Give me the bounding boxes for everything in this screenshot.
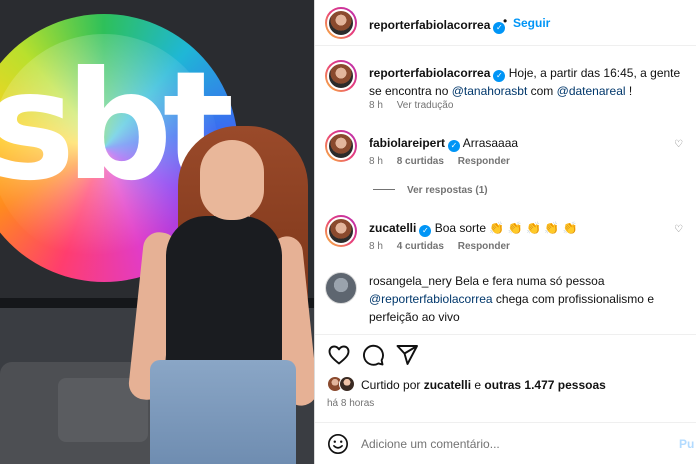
comment-time: 8 h	[369, 241, 383, 252]
like-comment-heart-icon[interactable]: ♡	[674, 225, 684, 235]
comment-item: rosangela_nery Bela e fera numa só pesso…	[315, 272, 696, 324]
photo-person-jeans	[150, 360, 296, 464]
comment-likes[interactable]: 8 curtidas	[397, 156, 444, 167]
caption-time: 8 h	[369, 100, 383, 111]
comment-input[interactable]	[361, 433, 661, 455]
post-actions-bar	[315, 334, 696, 372]
header-separator: •	[503, 14, 508, 28]
liker-avatar	[339, 376, 355, 392]
mention-link[interactable]: @datenareal	[557, 84, 626, 98]
commenter-avatar[interactable]	[325, 272, 357, 304]
comment-item: zucatelli ✓ Boa sorte 👏 👏 👏 👏 👏 8 h 4 cur…	[315, 215, 696, 259]
paper-plane-icon[interactable]	[395, 343, 419, 367]
view-replies-button[interactable]: Ver respostas (1)	[373, 185, 488, 196]
caption-text: reporterfabiolacorrea ✓ Hoje, a partir da…	[369, 66, 681, 98]
caption-avatar[interactable]	[325, 60, 357, 92]
comment-likes[interactable]: 4 curtidas	[397, 241, 444, 252]
like-comment-heart-icon[interactable]: ♡	[674, 140, 684, 150]
author-avatar[interactable]	[325, 7, 357, 39]
follow-button[interactable]: Seguir	[513, 16, 550, 30]
post-time-ago: há 8 horas	[327, 398, 375, 409]
verified-badge-icon: ✓	[419, 225, 432, 237]
post-image[interactable]: sbt	[0, 0, 314, 464]
reply-button[interactable]: Responder	[458, 156, 510, 167]
mention-link[interactable]: @reporterfabiolacorrea	[369, 292, 493, 306]
translate-link[interactable]: Ver tradução	[397, 100, 454, 111]
post-comment-button[interactable]: Pu	[679, 437, 694, 451]
verified-badge-icon: ✓	[448, 140, 461, 152]
likes-others-link[interactable]: outras 1.477 pessoas	[484, 378, 605, 392]
commenter-avatar[interactable]	[325, 215, 357, 247]
caption-username[interactable]: reporterfabiolacorrea	[369, 66, 490, 80]
comment-bubble-icon[interactable]	[361, 343, 385, 367]
photo-person-top	[166, 216, 282, 366]
post-caption: reporterfabiolacorrea ✓ Hoje, a partir da…	[315, 60, 696, 116]
comment-time: 8 h	[369, 156, 383, 167]
commenter-avatar[interactable]	[325, 130, 357, 162]
photo-person-face	[200, 140, 264, 220]
add-comment-bar: Pu	[315, 422, 696, 464]
smiley-icon[interactable]	[327, 433, 349, 455]
commenter-username[interactable]: rosangela_nery	[369, 274, 452, 288]
author-username[interactable]: reporterfabiolacorrea	[369, 18, 490, 32]
comment-text: Boa sorte 👏 👏 👏 👏 👏	[431, 221, 578, 235]
commenter-username[interactable]: fabiolareipert	[369, 136, 445, 150]
commenter-username[interactable]: zucatelli	[369, 221, 416, 235]
comment-text: Arrasaaaa	[460, 136, 519, 150]
liker-username[interactable]: zucatelli	[424, 378, 471, 392]
comment-text: Bela e fera numa só pessoa	[451, 274, 605, 288]
verified-badge-icon: ✓	[493, 70, 506, 82]
reply-button[interactable]: Responder	[458, 241, 510, 252]
mention-link[interactable]: @tanahorasbt	[452, 84, 528, 98]
post-side-panel: reporterfabiolacorrea ✓ • Seguir reporter…	[315, 0, 696, 464]
comment-item: fabiolareipert ✓ Arrasaaaa 8 h 8 curtidas…	[315, 130, 696, 174]
heart-icon[interactable]	[327, 343, 351, 367]
post-header: reporterfabiolacorrea ✓ • Seguir	[315, 0, 696, 46]
